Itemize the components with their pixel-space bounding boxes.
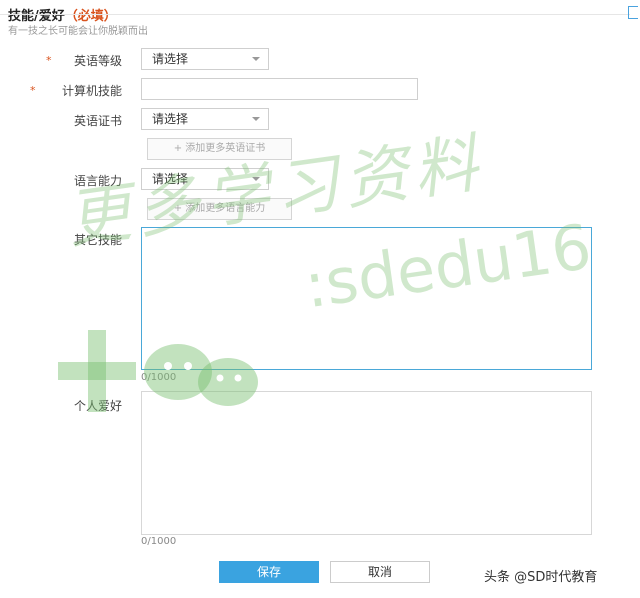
hobbies-counter: 0/1000: [141, 536, 177, 547]
english-cert-select[interactable]: 请选择: [141, 108, 269, 130]
header-divider: [0, 14, 630, 15]
computer-skill-input[interactable]: [141, 78, 418, 100]
chevron-down-icon: [252, 57, 260, 61]
corner-edit-icon[interactable]: [628, 6, 638, 19]
section-subtitle: 有一技之长可能会让你脱颖而出: [8, 26, 148, 37]
english-level-label: 英语等级: [73, 54, 122, 68]
english-level-select[interactable]: 请选择: [141, 48, 269, 70]
watermark-logo: [58, 330, 298, 424]
source-credit: 头条 @SD时代教育: [484, 570, 598, 585]
cancel-button[interactable]: 取消: [330, 561, 430, 583]
english-cert-value: 请选择: [152, 112, 189, 126]
save-button[interactable]: 保存: [219, 561, 319, 583]
chevron-down-icon: [252, 117, 260, 121]
computer-skill-label: 计算机技能: [61, 84, 122, 98]
english-cert-label: 英语证书: [73, 114, 122, 128]
english-level-value: 请选择: [152, 52, 189, 66]
wechat-plus-icon: [58, 330, 258, 412]
